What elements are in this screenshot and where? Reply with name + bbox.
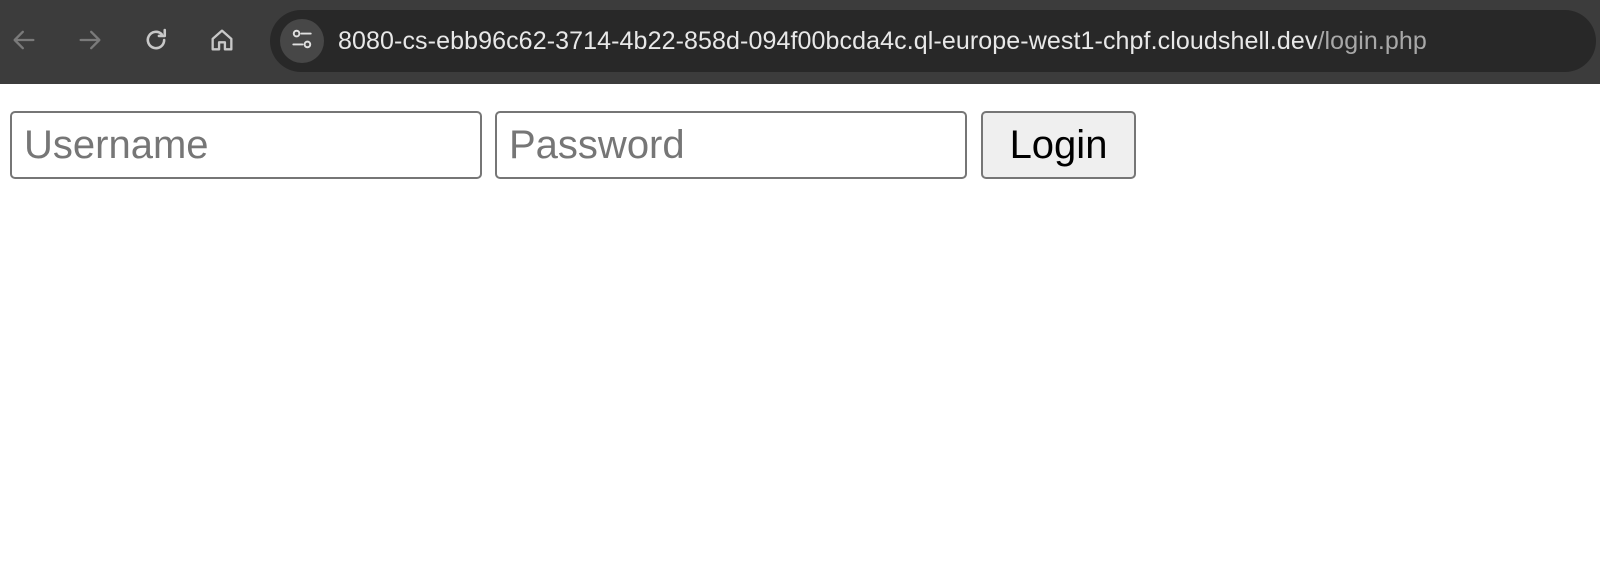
reload-icon xyxy=(142,26,170,54)
browser-toolbar: 8080-cs-ebb96c62-3714-4b22-858d-094f00bc… xyxy=(0,0,1600,84)
password-input[interactable] xyxy=(495,111,967,179)
home-icon xyxy=(208,26,236,54)
login-button[interactable]: Login xyxy=(981,111,1136,179)
home-button[interactable] xyxy=(202,20,242,60)
forward-button[interactable] xyxy=(70,20,110,60)
url-text[interactable]: 8080-cs-ebb96c62-3714-4b22-858d-094f00bc… xyxy=(338,10,1427,72)
page-content: Login xyxy=(0,84,1600,581)
site-info-button[interactable] xyxy=(280,19,324,63)
reload-button[interactable] xyxy=(136,20,176,60)
username-input[interactable] xyxy=(10,111,482,179)
arrow-right-icon xyxy=(76,26,104,54)
address-bar[interactable]: 8080-cs-ebb96c62-3714-4b22-858d-094f00bc… xyxy=(270,10,1596,72)
back-button[interactable] xyxy=(4,20,44,60)
arrow-left-icon xyxy=(10,26,38,54)
tune-icon xyxy=(289,26,315,57)
url-path: /login.php xyxy=(1317,27,1427,55)
url-host: 8080-cs-ebb96c62-3714-4b22-858d-094f00bc… xyxy=(338,27,1318,55)
